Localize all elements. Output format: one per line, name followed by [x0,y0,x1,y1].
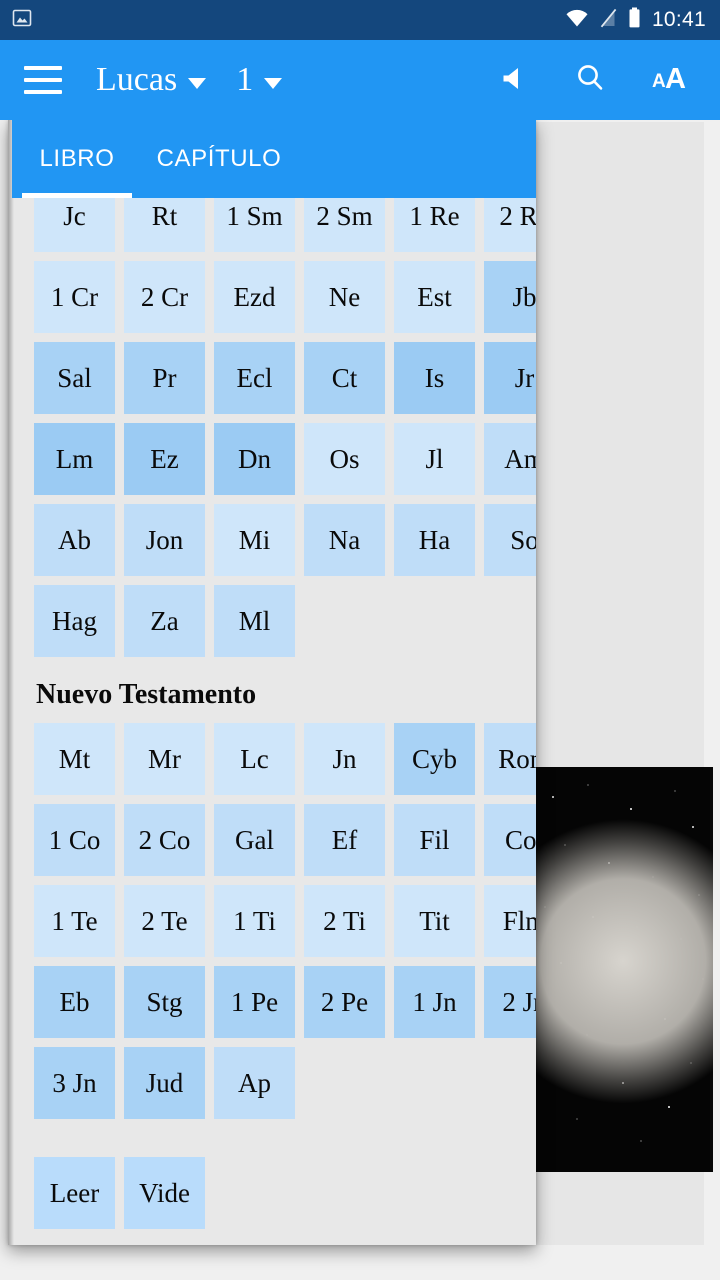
book-cell-1-co[interactable]: 1 Co [34,804,115,876]
book-cell-ez[interactable]: Ez [124,423,205,495]
book-cell-ef[interactable]: Ef [304,804,385,876]
wifi-icon [565,8,589,33]
grid-spacer [304,1047,385,1119]
book-selector-label[interactable]: Lucas [96,63,177,97]
leer-button[interactable]: Leer [34,1157,115,1229]
book-cell-jon[interactable]: Jon [124,504,205,576]
tab-capitulo[interactable]: CAPÍTULO [144,120,294,198]
chapter-chevron-down-icon[interactable] [264,77,283,89]
screenshot-image-icon [12,8,32,33]
book-cell-rom[interactable]: Rom [484,723,536,795]
book-cell-stg[interactable]: Stg [124,966,205,1038]
book-cell-1-cr[interactable]: 1 Cr [34,261,115,333]
book-cell-est[interactable]: Est [394,261,475,333]
status-bar-system-icons: 10:41 [565,7,706,33]
status-bar-clock: 10:41 [651,8,706,31]
book-cell-eb[interactable]: Eb [34,966,115,1038]
book-cell-1-pe[interactable]: 1 Pe [214,966,295,1038]
book-cell-mr[interactable]: Mr [124,723,205,795]
book-cell-ml[interactable]: Ml [214,585,295,657]
book-cell-lm[interactable]: Lm [34,423,115,495]
grid-spacer [394,1047,475,1119]
vide-button[interactable]: Vide [124,1157,205,1229]
book-cell-2-ti[interactable]: 2 Ti [304,885,385,957]
book-cell-2-pe[interactable]: 2 Pe [304,966,385,1038]
old-testament-grid: JcRt1 Sm2 Sm1 Re2 Re1 Cr2 CrEzdNeEstJbSa… [34,120,536,657]
svg-text:A: A [652,71,666,92]
battery-icon [628,7,641,33]
book-cell-ct[interactable]: Ct [304,342,385,414]
text-size-icon[interactable]: A A [652,62,694,99]
book-cell-2-jn[interactable]: 2 Jn [484,966,536,1038]
book-picker-dialog: JcRt1 Sm2 Sm1 Re2 Re1 Cr2 CrEzdNeEstJbSa… [8,120,536,1245]
book-cell-mi[interactable]: Mi [214,504,295,576]
grid-spacer [484,1047,536,1119]
dialog-scroll-content: JcRt1 Sm2 Sm1 Re2 Re1 Cr2 CrEzdNeEstJbSa… [12,120,536,1229]
hamburger-menu-icon[interactable] [24,66,62,94]
app-bar-actions: A A [498,62,702,99]
tab-libro[interactable]: LIBRO [22,120,132,198]
book-cell-ap[interactable]: Ap [214,1047,295,1119]
book-cell-1-ti[interactable]: 1 Ti [214,885,295,957]
book-cell-ab[interactable]: Ab [34,504,115,576]
book-cell-2-te[interactable]: 2 Te [124,885,205,957]
book-cell-so[interactable]: So [484,504,536,576]
book-cell-ezd[interactable]: Ezd [214,261,295,333]
book-cell-pr[interactable]: Pr [124,342,205,414]
status-bar: 10:41 [0,0,720,40]
dialog-footer-buttons: Leer Vide [34,1119,536,1229]
book-cell-jb[interactable]: Jb [484,261,536,333]
book-cell-jl[interactable]: Jl [394,423,475,495]
svg-text:A: A [665,63,686,94]
moon-starfield-image [533,767,713,1172]
status-bar-notifications [12,8,32,33]
book-cell-am[interactable]: Am [484,423,536,495]
book-cell-jn[interactable]: Jn [304,723,385,795]
book-cell-gal[interactable]: Gal [214,804,295,876]
search-icon[interactable] [574,62,606,99]
grid-spacer [484,585,536,657]
book-cell-2-co[interactable]: 2 Co [124,804,205,876]
dialog-tab-bar: LIBRO CAPÍTULO [12,120,536,198]
dialog-scroll-area[interactable]: JcRt1 Sm2 Sm1 Re2 Re1 Cr2 CrEzdNeEstJbSa… [12,120,536,1245]
book-cell-lc[interactable]: Lc [214,723,295,795]
book-cell-2-cr[interactable]: 2 Cr [124,261,205,333]
book-cell-is[interactable]: Is [394,342,475,414]
book-cell-tit[interactable]: Tit [394,885,475,957]
book-cell-dn[interactable]: Dn [214,423,295,495]
book-cell-3-jn[interactable]: 3 Jn [34,1047,115,1119]
new-testament-heading: Nuevo Testamento [36,679,257,710]
chapter-selector-label[interactable]: 1 [236,63,253,97]
grid-spacer [394,585,475,657]
book-chevron-down-icon[interactable] [188,77,207,89]
book-cell-cyb[interactable]: Cyb [394,723,475,795]
app-bar: Lucas 1 A A [0,40,720,120]
speaker-icon[interactable] [498,63,528,98]
book-cell-jud[interactable]: Jud [124,1047,205,1119]
book-cell-ecl[interactable]: Ecl [214,342,295,414]
book-cell-os[interactable]: Os [304,423,385,495]
book-cell-ha[interactable]: Ha [394,504,475,576]
book-cell-ne[interactable]: Ne [304,261,385,333]
book-cell-mt[interactable]: Mt [34,723,115,795]
book-cell-hag[interactable]: Hag [34,585,115,657]
book-cell-flm[interactable]: Flm [484,885,536,957]
signal-off-icon [600,8,617,33]
book-cell-col[interactable]: Col [484,804,536,876]
book-cell-fil[interactable]: Fil [394,804,475,876]
book-cell-jr[interactable]: Jr [484,342,536,414]
book-cell-na[interactable]: Na [304,504,385,576]
book-cell-za[interactable]: Za [124,585,205,657]
grid-spacer [304,585,385,657]
book-cell-1-te[interactable]: 1 Te [34,885,115,957]
book-cell-1-jn[interactable]: 1 Jn [394,966,475,1038]
new-testament-grid: MtMrLcJnCybRom1 Co2 CoGalEfFilCol1 Te2 T… [34,723,536,1119]
screen-root: 10:41 Lucas 1 A A Jc Rt 1 Sm 2 Sm 1 Re 2… [0,0,720,1280]
dialog-tabs: LIBRO CAPÍTULO [12,120,294,198]
book-cell-sal[interactable]: Sal [34,342,115,414]
